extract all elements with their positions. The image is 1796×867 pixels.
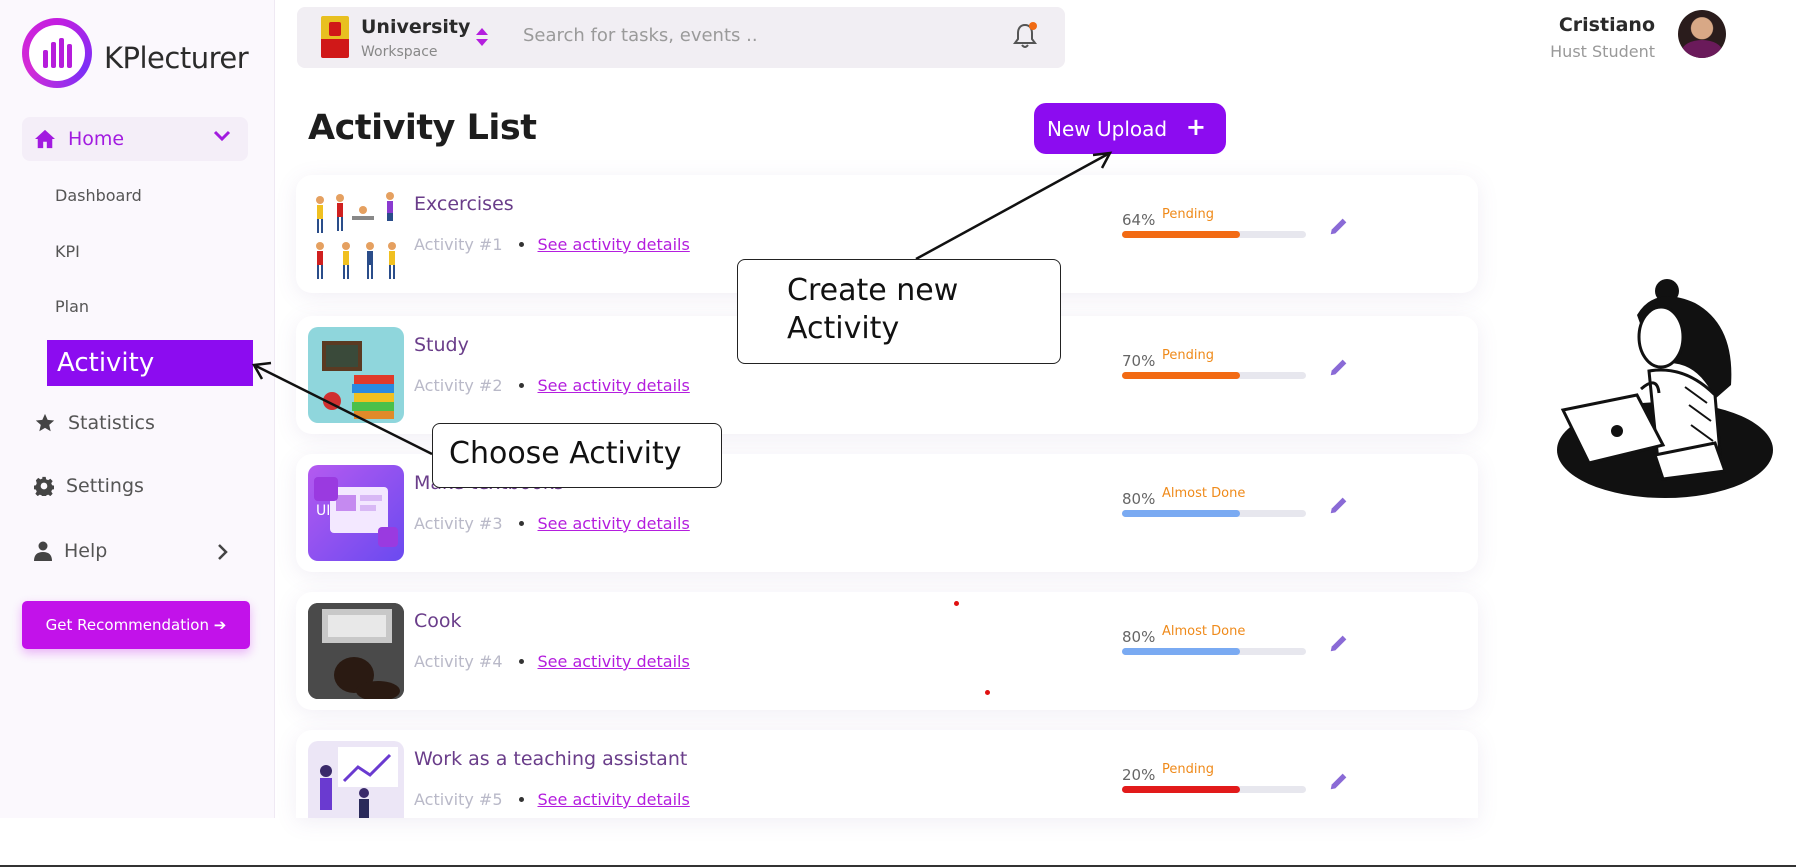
arrow-create-line [915,152,1109,261]
marker-dot [954,601,959,606]
app-root: KPlecturer Home Dashboard KPI Plan Activ… [0,0,1796,867]
choose-activity-callout: Choose Activity [432,423,722,488]
annotation-arrows [251,151,1113,456]
arrow-choose-line [255,364,433,456]
create-activity-callout: Create new Activity [737,259,1061,364]
marker-dot [985,690,990,695]
